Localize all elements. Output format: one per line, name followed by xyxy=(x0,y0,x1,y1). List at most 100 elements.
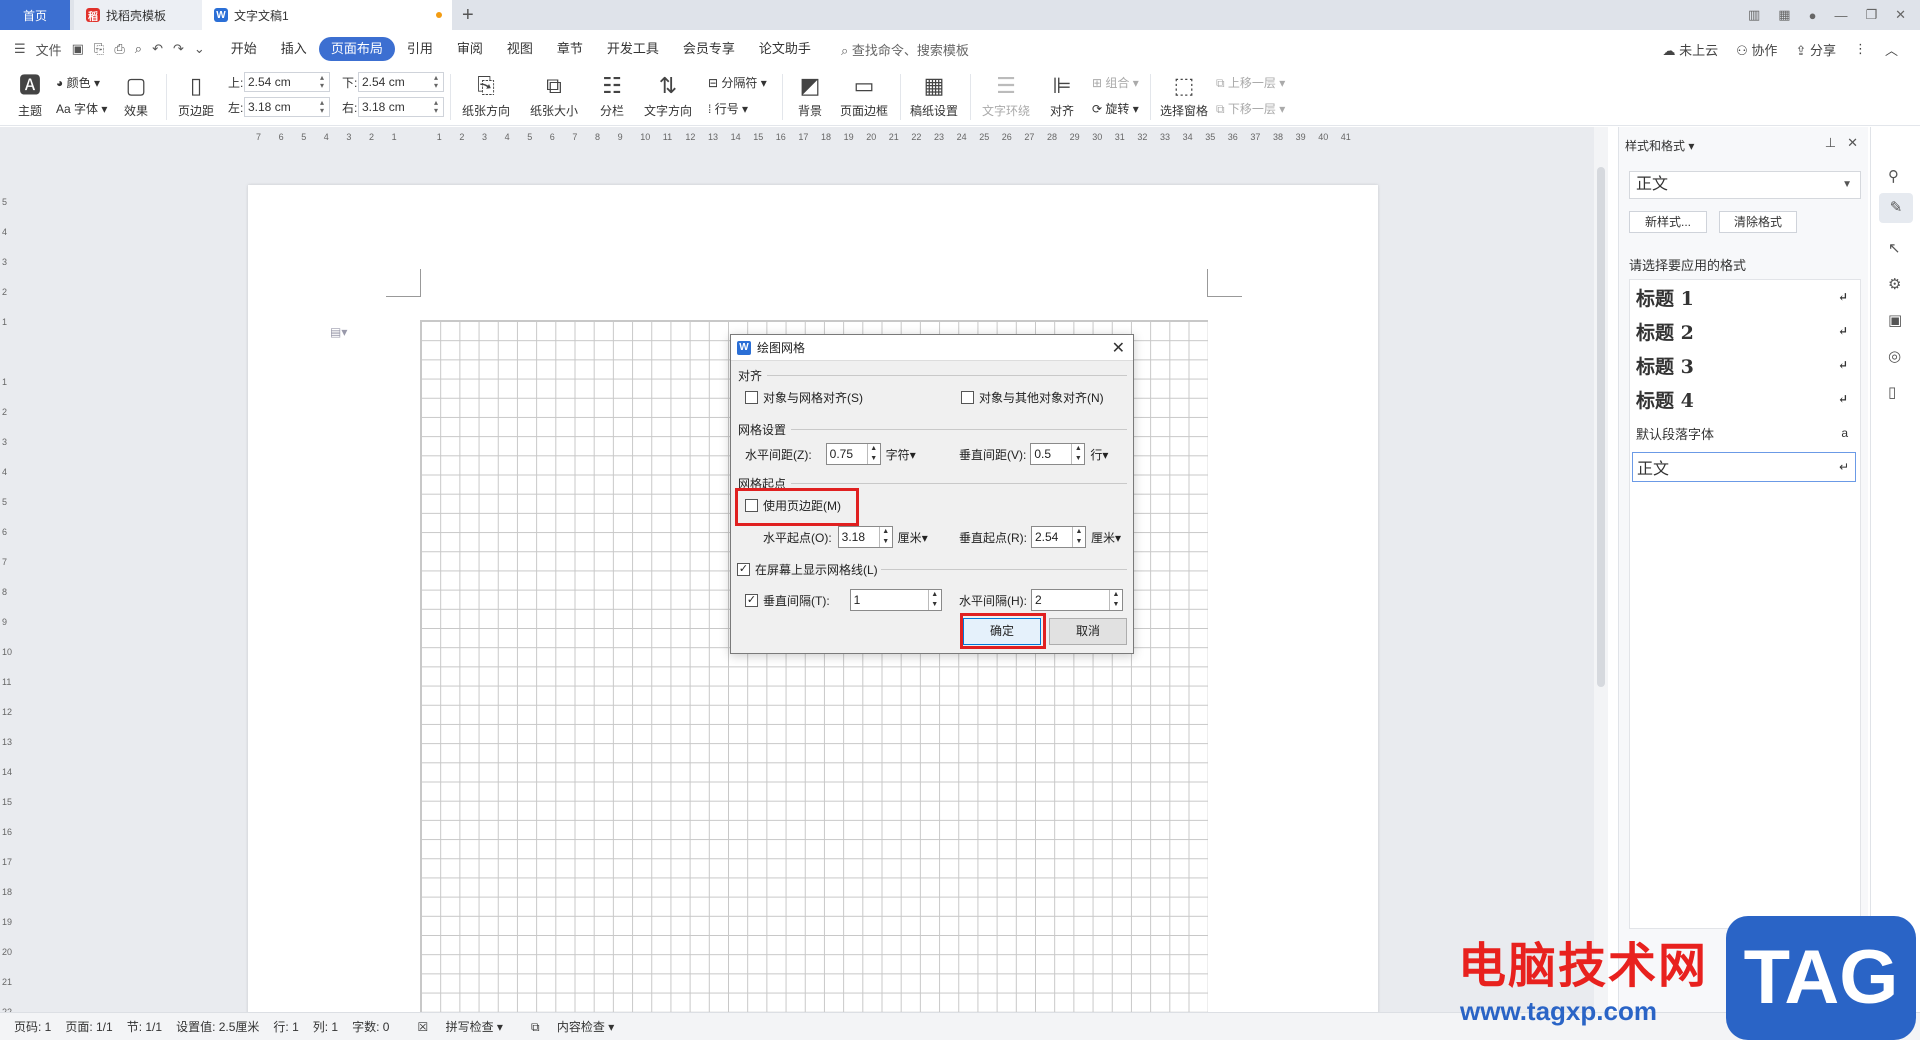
h-spacing-unit[interactable]: 字符▾ xyxy=(886,446,916,463)
colors-button[interactable]: ◕ 颜色 ▾ xyxy=(56,74,100,91)
avatar[interactable]: ● xyxy=(1809,8,1817,23)
spinner-arrows-icon[interactable]: ▲ ▼ xyxy=(1109,590,1122,610)
v-every-checkbox[interactable]: ✓ 垂直间隔(T): xyxy=(745,592,830,609)
tab-home[interactable]: 首页 xyxy=(0,0,70,30)
v-spacing-input[interactable]: 0.5 ▲ ▼ xyxy=(1030,443,1086,465)
spinner-arrows-icon[interactable]: ▲ ▼ xyxy=(927,590,941,610)
print-icon[interactable]: ⎙ xyxy=(114,41,124,57)
spinner-arrows-icon[interactable]: ▲ ▼ xyxy=(1071,444,1084,464)
menu-tab-insert[interactable]: 插入 xyxy=(269,37,319,61)
columns-button[interactable]: ☷ 分栏 xyxy=(592,72,632,119)
margins-button[interactable]: ▯ 页边距 xyxy=(172,72,220,119)
style-heading-1[interactable]: 标题 1 ↵ xyxy=(1636,282,1854,312)
spinner-arrows-icon[interactable]: ▲ ▼ xyxy=(866,444,880,464)
menu-tab-references[interactable]: 引用 xyxy=(395,37,445,61)
dialog-titlebar[interactable]: W 绘图网格 ✕ xyxy=(731,335,1133,361)
margin-top-field[interactable]: 上: 2.54 cm xyxy=(228,72,330,92)
vertical-scrollbar[interactable] xyxy=(1594,127,1608,1012)
style-heading-3[interactable]: 标题 3 ↵ xyxy=(1636,350,1854,380)
h-origin-unit[interactable]: 厘米▾ xyxy=(898,529,928,546)
undo-icon[interactable]: ↶ xyxy=(152,41,163,57)
menu-tab-review[interactable]: 审阅 xyxy=(445,37,495,61)
cancel-button[interactable]: 取消 xyxy=(1049,618,1127,645)
menu-tab-member[interactable]: 会员专享 xyxy=(671,37,747,61)
margin-top-input[interactable]: 2.54 cm xyxy=(244,72,330,92)
close-window-icon[interactable]: ✕ xyxy=(1895,7,1906,23)
preview-icon[interactable]: ⌕ xyxy=(135,41,142,57)
rotate-button[interactable]: ⟳ 旋转 ▾ xyxy=(1092,100,1139,117)
ok-button[interactable]: 确定 xyxy=(963,618,1041,645)
status-words[interactable]: 字数: 0 xyxy=(352,1018,389,1035)
margin-right-field[interactable]: 右: 3.18 cm xyxy=(342,97,444,117)
snap-to-objects-checkbox[interactable]: 对象与其他对象对齐(N) xyxy=(961,389,1104,406)
status-section[interactable]: 节: 1/1 xyxy=(127,1018,162,1035)
status-page[interactable]: 页码: 1 xyxy=(14,1018,51,1035)
more-chevron-icon[interactable]: ⌄ xyxy=(194,41,205,57)
group-button[interactable]: ⊞ 组合 ▾ xyxy=(1092,74,1139,91)
wrap-text-button[interactable]: ☰ 文字环绕 xyxy=(976,72,1036,119)
v-origin-input[interactable]: 2.54 ▲ ▼ xyxy=(1031,526,1086,548)
save-icon[interactable]: ▣ xyxy=(72,41,84,57)
hamburger-icon[interactable]: ☰ xyxy=(14,41,26,57)
bring-forward-button[interactable]: ⧉ 上移一层 ▾ xyxy=(1216,74,1285,91)
margin-right-input[interactable]: 3.18 cm xyxy=(358,97,444,117)
redo-icon[interactable]: ↷ xyxy=(173,41,184,57)
send-backward-button[interactable]: ⧉ 下移一层 ▾ xyxy=(1216,100,1285,117)
compass-icon[interactable]: ◎ xyxy=(1888,347,1901,365)
rocket-icon[interactable]: ⚲ xyxy=(1888,167,1899,185)
tab-template[interactable]: 稻 找稻壳模板 xyxy=(74,0,202,30)
line-numbers-button[interactable]: ⁞ 行号 ▾ xyxy=(708,100,748,117)
scrollbar-thumb[interactable] xyxy=(1597,167,1605,687)
snap-to-grid-checkbox[interactable]: 对象与网格对齐(S) xyxy=(745,389,863,406)
page-border-button[interactable]: ▭ 页面边框 xyxy=(836,72,892,119)
minimize-icon[interactable]: — xyxy=(1834,8,1847,23)
restore-icon[interactable]: ❐ xyxy=(1865,7,1877,23)
v-origin-unit[interactable]: 厘米▾ xyxy=(1091,529,1121,546)
status-pages[interactable]: 页面: 1/1 xyxy=(65,1018,112,1035)
book-icon[interactable]: ▯ xyxy=(1888,383,1896,401)
image-tool-icon[interactable]: ▣ xyxy=(1888,311,1902,329)
breaks-button[interactable]: ⊟ 分隔符 ▾ xyxy=(708,74,767,91)
menu-tab-section[interactable]: 章节 xyxy=(545,37,595,61)
selection-pane-button[interactable]: ⬚ 选择窗格 xyxy=(1156,72,1212,119)
spinner-arrows-icon[interactable]: ▲ ▼ xyxy=(1072,527,1085,547)
h-every-input[interactable]: 2 ▲ ▼ xyxy=(1031,589,1123,611)
effects-button[interactable]: ▢ 效果 xyxy=(118,72,154,119)
menu-tab-page-layout[interactable]: 页面布局 xyxy=(318,37,395,61)
new-style-button[interactable]: 新样式... xyxy=(1629,211,1707,233)
menu-tab-developer[interactable]: 开发工具 xyxy=(595,37,671,61)
show-grid-checkbox[interactable]: ✓ 在屏幕上显示网格线(L) xyxy=(737,561,878,578)
collaborate-button[interactable]: ⚇ 协作 xyxy=(1736,40,1777,59)
spell-check-button[interactable]: ☒ 拼写检查 ▾ xyxy=(403,1018,502,1035)
apps-grid-icon[interactable]: ▦ xyxy=(1778,7,1790,23)
menu-tab-thesis[interactable]: 论文助手 xyxy=(747,37,823,61)
layout-icon[interactable]: ▥ xyxy=(1748,7,1760,23)
share-button[interactable]: ⇪ 分享 xyxy=(1795,40,1836,59)
style-heading-2[interactable]: 标题 2 ↵ xyxy=(1636,316,1854,346)
margin-bottom-field[interactable]: 下: 2.54 cm xyxy=(342,72,444,92)
close-icon[interactable]: ✕ xyxy=(1112,338,1125,358)
margin-bottom-input[interactable]: 2.54 cm xyxy=(358,72,444,92)
menu-file[interactable]: 文件 xyxy=(36,40,62,59)
menu-tab-view[interactable]: 视图 xyxy=(495,37,545,61)
paragraph-menu-icon[interactable]: ▤▾ xyxy=(330,325,347,339)
use-margins-checkbox[interactable]: 使用页边距(M) xyxy=(745,497,841,514)
content-check-button[interactable]: ⧉ 内容检查 ▾ xyxy=(517,1018,614,1035)
current-style-select[interactable]: 正文 ▼ xyxy=(1629,171,1861,199)
text-direction-button[interactable]: ⇅ 文字方向 xyxy=(638,72,698,119)
spinner-arrows-icon[interactable]: ▲ ▼ xyxy=(878,527,892,547)
pin-icon[interactable]: ⊥ xyxy=(1825,135,1836,150)
add-tab-button[interactable]: + xyxy=(462,4,474,27)
v-spacing-unit[interactable]: 行▾ xyxy=(1090,446,1108,463)
menu-tab-home[interactable]: 开始 xyxy=(219,37,269,61)
manuscript-button[interactable]: ▦ 稿纸设置 xyxy=(906,72,962,119)
style-default-font[interactable]: 默认段落字体 a xyxy=(1636,418,1854,448)
align-button[interactable]: ⊫ 对齐 xyxy=(1042,72,1082,119)
styles-panel-title[interactable]: 样式和格式 ▾ xyxy=(1625,137,1694,154)
more-icon[interactable]: ⋮ xyxy=(1854,41,1867,57)
status-setting[interactable]: 设置值: 2.5厘米 xyxy=(176,1018,259,1035)
theme-button[interactable]: 🅰 主题 xyxy=(12,72,48,119)
fonts-button[interactable]: Aa 字体 ▾ xyxy=(56,100,107,117)
collapse-ribbon-icon[interactable]: ︿ xyxy=(1885,40,1898,59)
export-icon[interactable]: ⎘ xyxy=(94,41,104,57)
